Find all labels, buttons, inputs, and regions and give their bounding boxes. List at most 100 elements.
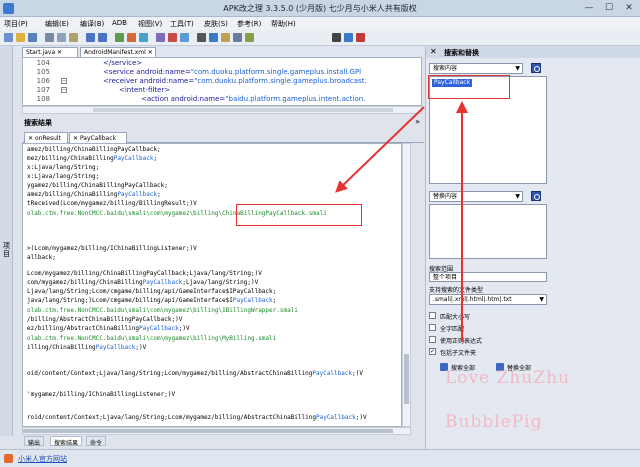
menu-adb[interactable]: ADB [112, 19, 127, 27]
project-side-tab[interactable]: 项目 [0, 46, 13, 436]
chevron-down-icon: ▼ [539, 296, 544, 303]
result-line[interactable]: com/mygamez/billing/ChinaBillingPayCallb… [27, 279, 258, 287]
match-case-label: 匹配大小写 [440, 314, 471, 321]
result-line[interactable]: x:Ljava/lang/String; [27, 173, 99, 181]
adb-icon[interactable] [156, 33, 165, 42]
tab-start-java[interactable]: Start.java ✕ [22, 47, 78, 57]
menu-project[interactable]: 项目(P) [4, 19, 28, 29]
extra-icon[interactable] [245, 33, 254, 42]
undo-icon[interactable] [86, 33, 95, 42]
tab-search-results[interactable]: 搜索结果 [50, 436, 83, 447]
scrollbar-thumb[interactable] [404, 354, 409, 404]
tab-command[interactable]: 命令 [86, 436, 107, 447]
result-line[interactable]: tReceived(Lcom/mygamez/billing/BillingRe… [27, 200, 197, 208]
code-editor[interactable]: 104 </service> 105 <service android:name="… [22, 57, 422, 106]
search-icon[interactable] [197, 33, 206, 42]
new-file-icon[interactable] [4, 33, 13, 42]
result-line[interactable]: ez/billing/AbstractChinaBillingPayCallba… [27, 325, 190, 333]
code-line: 105 <service android:name="com.duoku.plat… [36, 68, 362, 76]
file-types-select[interactable]: .smali|.xml|.html|.htm|.txt ▼ [429, 294, 547, 305]
menu-help[interactable]: 帮助(H) [271, 19, 296, 29]
save-icon[interactable] [28, 33, 37, 42]
scope-select[interactable]: 整个项目 [429, 272, 547, 282]
result-line[interactable]: Lcom/mygamez/billing/ChinaBillingPayCall… [27, 270, 262, 278]
paste-icon[interactable] [69, 33, 78, 42]
result-line[interactable]: amez/billing/ChinaBillingPayCallback; [27, 146, 161, 154]
editor-horizontal-scrollbar[interactable] [22, 106, 422, 114]
microphone-icon[interactable] [332, 33, 341, 42]
result-line[interactable]: allback; [27, 254, 56, 262]
panel-title: 搜索和替换 [444, 49, 479, 57]
result-line[interactable]: Ljava/lang/String;Lcom/cmgame/billing/ap… [27, 288, 276, 296]
replace-input[interactable] [429, 204, 547, 259]
match-case-checkbox[interactable] [429, 312, 436, 319]
results-horizontal-scrollbar[interactable] [22, 427, 411, 435]
result-line[interactable]: 'mygamez/billing/IChinaBillingListener;)… [27, 391, 175, 399]
whole-word-label: 全字匹配 [440, 326, 465, 333]
close-button[interactable]: ✕ [620, 1, 638, 15]
cut-icon[interactable] [45, 33, 54, 42]
tab-android-manifest[interactable]: AndroidManifest.xml ✕ [80, 47, 156, 57]
search-results-list[interactable]: amez/billing/ChinaBillingPayCallback; me… [22, 143, 402, 427]
pin-icon[interactable]: » [415, 117, 420, 126]
result-line[interactable]: >(Lcom/mygamez/billing/IChinaBillingList… [27, 245, 197, 253]
result-file-path[interactable]: olab.ctm.free.NonCMCC.baidu\smali\com\my… [27, 307, 298, 315]
result-line[interactable]: oid/content/Context;Ljava/lang/String;Lc… [27, 370, 363, 378]
tools-icon[interactable] [221, 33, 230, 42]
panel-header: ✕ 搜索和替换 [426, 46, 640, 58]
title-bar: APK改之理 3.3.5.0 (少月版) 七少月与小米人共有版权 — ☐ ✕ [0, 0, 640, 17]
result-line[interactable]: roid/content/Context;Ljava/lang/String;L… [27, 414, 367, 422]
fold-icon[interactable]: − [61, 78, 67, 84]
whole-word-checkbox[interactable] [429, 324, 436, 331]
tab-onresult[interactable]: ✕ onResult [24, 132, 68, 143]
result-line[interactable]: illing/ChinaBillingPayCallback;)V [27, 344, 146, 352]
replace-history-select[interactable]: 替换内容 ▼ [429, 191, 523, 202]
settings-icon[interactable] [233, 33, 242, 42]
annotation-box-result [236, 204, 362, 226]
code-line: 106− <receiver android:name="com.duoku.pl… [36, 77, 367, 85]
chevron-down-icon: ▼ [515, 193, 520, 200]
menu-edit[interactable]: 编辑(E) [45, 19, 69, 29]
menu-skin[interactable]: 皮肤(S) [204, 19, 228, 29]
build-icon[interactable] [115, 33, 124, 42]
search-options-button[interactable] [531, 63, 541, 73]
menu-tools[interactable]: 工具(T) [170, 19, 194, 29]
result-file-path[interactable]: olab.ctm.free.NonCMCC.baidu\smali\com\my… [27, 335, 276, 343]
exit-icon[interactable] [356, 33, 365, 42]
result-line[interactable]: java/lang/String;)Lcom/cmgame/billing/ap… [27, 297, 276, 305]
subfolders-label: 包括子文件夹 [440, 350, 477, 357]
results-vertical-scrollbar[interactable] [402, 143, 411, 427]
tab-output[interactable]: 输出 [24, 436, 45, 447]
result-tabs: ✕ onResult ✕ PayCallback [22, 131, 424, 143]
subfolders-checkbox[interactable]: ✓ [429, 348, 436, 355]
official-site-link[interactable]: 小米人官方网站 [18, 454, 67, 464]
stop-icon[interactable] [168, 33, 177, 42]
redo-icon[interactable] [98, 33, 107, 42]
close-icon[interactable]: ✕ [430, 47, 437, 56]
help-icon[interactable] [344, 33, 353, 42]
tab-paycallback[interactable]: ✕ PayCallback [69, 132, 127, 143]
minimize-button[interactable]: — [580, 1, 598, 15]
sign-icon[interactable] [127, 33, 136, 42]
replace-options-button[interactable] [531, 191, 541, 201]
result-line[interactable]: amez/billing/ChinaBillingPayCallback; [27, 191, 161, 199]
refresh-icon[interactable] [180, 33, 189, 42]
scrollbar-thumb[interactable] [93, 108, 393, 112]
result-line[interactable]: /billing/AbstractChinaBillingPayCallback… [27, 316, 182, 324]
menu-build[interactable]: 编译(B) [80, 19, 104, 29]
open-folder-icon[interactable] [16, 33, 25, 42]
menu-view[interactable]: 视图(V) [138, 19, 162, 29]
result-line[interactable]: mez/billing/ChinaBillingPayCallback; [27, 155, 157, 163]
window-title: APK改之理 3.3.5.0 (少月版) 七少月与小米人共有版权 [223, 4, 417, 13]
java-icon[interactable] [209, 33, 218, 42]
result-line[interactable]: x:Ljava/lang/String; [27, 164, 99, 172]
result-line[interactable]: ygamez/billing/ChinaBillingPayCallback; [27, 182, 168, 190]
menu-reference[interactable]: 参考(R) [237, 19, 261, 29]
install-icon[interactable] [139, 33, 148, 42]
fold-icon[interactable]: − [61, 87, 67, 93]
regex-checkbox[interactable] [429, 336, 436, 343]
search-history-select[interactable]: 搜索内容 ▼ [429, 63, 523, 74]
maximize-button[interactable]: ☐ [600, 1, 618, 15]
copy-icon[interactable] [57, 33, 66, 42]
scrollbar-thumb[interactable] [23, 429, 393, 433]
